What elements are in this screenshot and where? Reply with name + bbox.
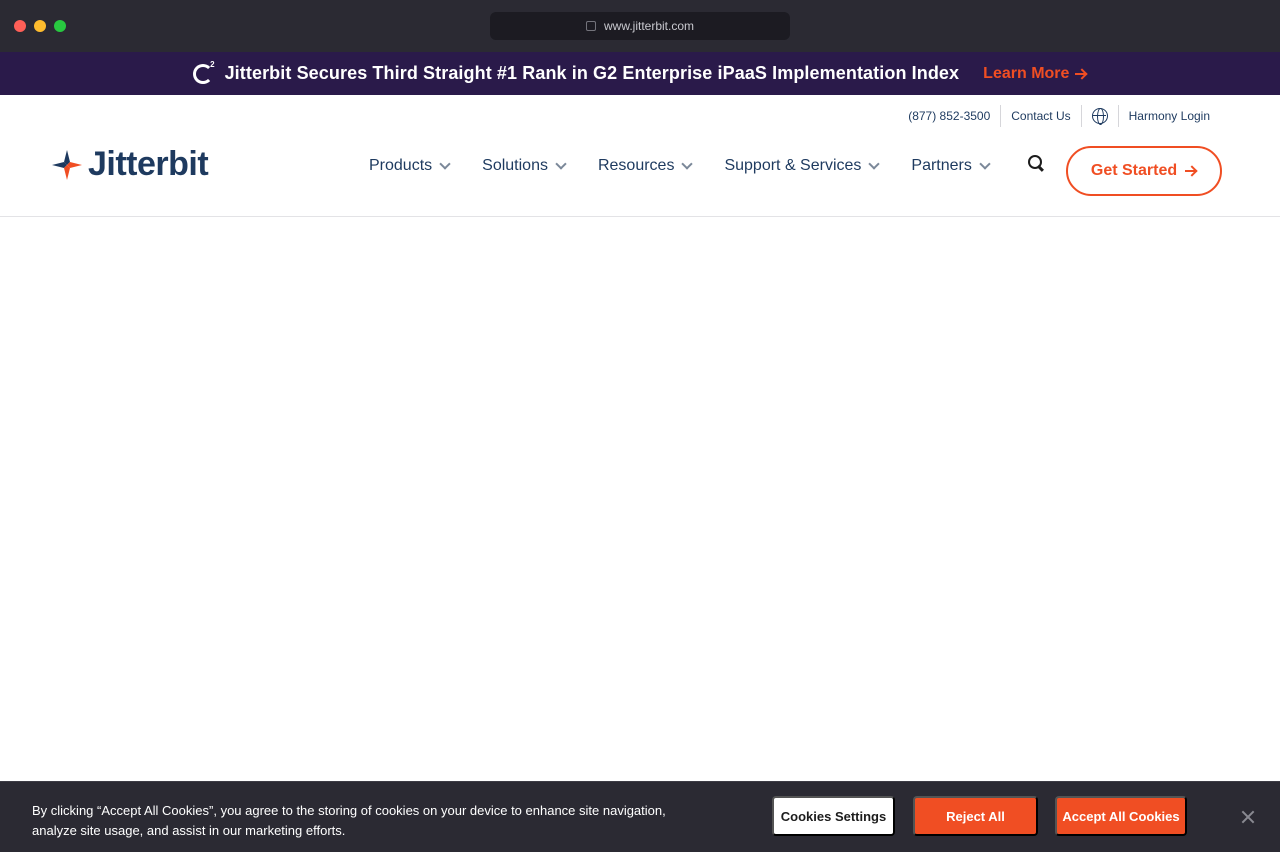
chevron-down-icon — [681, 157, 694, 170]
site-header: (877) 852-3500 Contact Us Harmony Login … — [0, 95, 1280, 217]
phone-link[interactable]: (877) 852-3500 — [898, 105, 1000, 127]
main-nav: Products Solutions Resources Support & S… — [369, 155, 1022, 177]
maximize-window-button[interactable] — [54, 20, 66, 32]
address-bar-url: www.jitterbit.com — [603, 19, 695, 33]
address-bar[interactable]: www.jitterbit.com — [490, 12, 790, 40]
browser-chrome: www.jitterbit.com — [0, 0, 1280, 52]
utility-nav: (877) 852-3500 Contact Us Harmony Login — [898, 105, 1220, 127]
announcement-headline: Jitterbit Secures Third Straight #1 Rank… — [224, 63, 960, 83]
nav-item-solutions[interactable]: Solutions — [482, 155, 567, 177]
nav-item-label: Solutions — [482, 157, 548, 174]
nav-item-label: Partners — [911, 157, 972, 174]
chevron-down-icon — [868, 157, 881, 170]
site-logo[interactable]: Jitterbit — [50, 145, 209, 184]
minimize-window-button[interactable] — [34, 20, 46, 32]
nav-item-resources[interactable]: Resources — [597, 155, 694, 177]
chevron-down-icon — [979, 157, 991, 170]
jitterbit-logo-icon — [52, 149, 82, 180]
nav-item-partners[interactable]: Partners — [911, 155, 991, 177]
accept-all-cookies-button[interactable]: Accept All Cookies — [1055, 796, 1187, 836]
nav-item-label: Support & Services — [724, 157, 862, 174]
arrow-right-icon — [1185, 166, 1197, 176]
chevron-down-icon — [555, 157, 567, 170]
window-controls — [14, 20, 66, 32]
cookie-banner-text: By clicking “Accept All Cookies”, you ag… — [32, 803, 666, 838]
get-started-label: Get Started — [1090, 162, 1178, 179]
logo-wordmark: Jitterbit — [88, 145, 209, 183]
site-info-icon[interactable] — [585, 21, 596, 31]
nav-item-products[interactable]: Products — [369, 155, 451, 177]
chevron-down-icon — [439, 157, 451, 170]
learn-more-link[interactable]: Learn More — [983, 65, 1087, 83]
nav-item-support-services[interactable]: Support & Services — [724, 155, 881, 177]
announcement-bar: Jitterbit Secures Third Straight #1 Rank… — [0, 52, 1280, 95]
close-icon[interactable] — [1240, 809, 1256, 825]
nav-item-label: Products — [369, 157, 433, 174]
cookies-settings-button[interactable]: Cookies Settings — [772, 796, 895, 836]
globe-icon — [1091, 108, 1108, 125]
reject-all-button[interactable]: Reject All — [913, 796, 1038, 836]
get-started-button[interactable]: Get Started — [1066, 146, 1222, 196]
search-icon[interactable] — [1028, 155, 1044, 171]
contact-us-link[interactable]: Contact Us — [1000, 105, 1080, 127]
harmony-login-link[interactable]: Harmony Login — [1117, 105, 1220, 127]
language-selector[interactable] — [1080, 105, 1118, 127]
arrow-right-icon — [1075, 69, 1087, 79]
learn-more-label: Learn More — [983, 64, 1070, 82]
cookie-banner: By clicking “Accept All Cookies”, you ag… — [0, 781, 1280, 852]
close-window-button[interactable] — [14, 20, 26, 32]
nav-item-label: Resources — [597, 157, 675, 174]
g2-logo-icon — [192, 60, 215, 84]
